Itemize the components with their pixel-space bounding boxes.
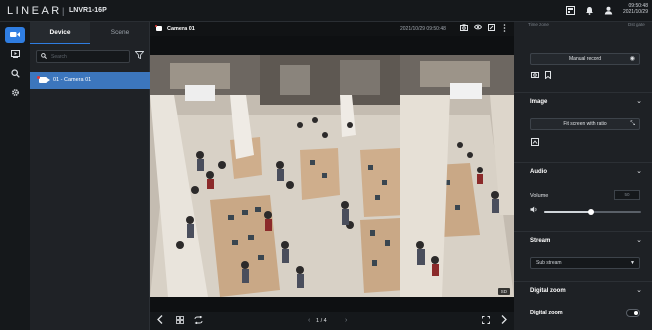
tab-scene[interactable]: Scene bbox=[90, 22, 150, 44]
camera-icon bbox=[10, 30, 20, 40]
section-stream[interactable]: Stream ⌄ bbox=[514, 231, 652, 249]
sequence-icon[interactable] bbox=[192, 315, 204, 327]
grid-layout-icon[interactable] bbox=[174, 315, 186, 327]
user-icon[interactable] bbox=[603, 6, 613, 16]
section-audio-title: Audio bbox=[530, 169, 547, 175]
layout-icon[interactable] bbox=[565, 6, 575, 16]
section-digital-zoom[interactable]: Digital zoom ⌄ bbox=[514, 281, 652, 299]
device-search-input[interactable] bbox=[51, 52, 127, 62]
viewer-camera-name: Camera 01 bbox=[167, 26, 195, 32]
clipped-label-right: Dst gate bbox=[628, 22, 645, 27]
nav-live-view[interactable] bbox=[5, 27, 25, 43]
viewer-timestamp: 2021/10/29 09:50:48 bbox=[400, 26, 446, 32]
clipped-field-row: Time zone Dst gate bbox=[528, 22, 648, 28]
eye-icon[interactable] bbox=[473, 24, 482, 34]
snapshot-icon[interactable] bbox=[530, 71, 540, 81]
device-model: LNVR1-16P bbox=[69, 7, 107, 14]
chevron-down-icon: ⌄ bbox=[636, 287, 642, 294]
viewer-footer: ‹ 1 / 4 › bbox=[150, 312, 514, 330]
section-audio[interactable]: Audio ⌄ bbox=[514, 162, 652, 180]
record-dot-icon: ◉ bbox=[629, 56, 635, 62]
manual-record-button[interactable]: Manual record ◉ bbox=[530, 53, 640, 65]
volume-slider-knob[interactable] bbox=[587, 209, 594, 215]
nav-search[interactable] bbox=[5, 66, 25, 82]
snapshot-icon[interactable] bbox=[459, 24, 468, 34]
image-adjust-icon[interactable] bbox=[530, 138, 540, 148]
manual-record-label: Manual record bbox=[569, 56, 601, 62]
recording-dot-icon bbox=[37, 76, 40, 79]
recording-dot-icon bbox=[155, 25, 157, 27]
digital-zoom-toggle[interactable] bbox=[626, 309, 640, 317]
speaker-icon[interactable] bbox=[530, 206, 539, 215]
stream-select-value: Sub stream bbox=[536, 260, 562, 266]
volume-label: Volume bbox=[530, 193, 549, 199]
clipped-label-left: Time zone bbox=[528, 22, 549, 27]
more-icon[interactable] bbox=[500, 24, 509, 34]
bell-icon[interactable] bbox=[584, 6, 594, 16]
next-icon[interactable] bbox=[498, 315, 510, 327]
gear-icon bbox=[11, 88, 20, 99]
section-image[interactable]: Image ⌄ bbox=[514, 92, 652, 110]
device-search-box bbox=[36, 50, 130, 63]
video-viewer: Camera 01 2021/10/29 09:50:48 SD ‹ 1 / 4… bbox=[150, 22, 514, 330]
search-icon bbox=[10, 68, 20, 80]
chevron-down-icon: ⌄ bbox=[636, 168, 642, 175]
camera-icon bbox=[39, 77, 50, 83]
fit-screen-button[interactable]: Fit screen with ratio ⤡ bbox=[530, 118, 640, 130]
clock: 09:50:48 2021/10/29 bbox=[623, 3, 648, 15]
volume-slider[interactable] bbox=[544, 209, 641, 215]
nav-rail bbox=[0, 22, 30, 330]
top-bar: LINEAR | LNVR1-16P 09:50:48 2021/10/29 bbox=[0, 0, 652, 22]
brand-separator: | bbox=[62, 6, 65, 16]
tab-device[interactable]: Device bbox=[30, 22, 90, 44]
section-stream-title: Stream bbox=[530, 238, 551, 244]
camera-scene-image bbox=[150, 55, 514, 297]
chevron-down-icon: ⌄ bbox=[636, 98, 642, 105]
camera-list-item-label: 01 - Camera 01 bbox=[53, 77, 92, 83]
playback-icon bbox=[10, 50, 20, 60]
resolution-badge: SD bbox=[497, 288, 510, 295]
device-panel-tabs: Device Scene bbox=[30, 22, 150, 44]
clock-date: 2021/10/29 bbox=[622, 9, 648, 15]
volume-value-field[interactable]: 50 bbox=[614, 190, 640, 200]
bookmark-icon[interactable] bbox=[543, 71, 553, 81]
camera-icon bbox=[156, 26, 162, 31]
page-indicator: 1 / 4 bbox=[316, 318, 327, 324]
fullscreen-icon[interactable] bbox=[487, 24, 496, 34]
viewer-header: Camera 01 2021/10/29 09:50:48 bbox=[150, 22, 514, 36]
section-image-title: Image bbox=[530, 99, 548, 105]
search-icon bbox=[41, 53, 47, 61]
prev-icon[interactable] bbox=[154, 315, 166, 327]
camera-list-item[interactable]: 01 - Camera 01 bbox=[30, 72, 150, 89]
volume-slider-fill bbox=[544, 211, 591, 213]
brand-logo: LINEAR bbox=[7, 5, 62, 17]
fit-screen-label: Fit screen with ratio bbox=[563, 121, 607, 127]
section-digital-zoom-title: Digital zoom bbox=[530, 288, 566, 294]
fullscreen-icon[interactable] bbox=[480, 315, 492, 327]
page-next-icon[interactable]: › bbox=[345, 312, 347, 330]
camera-settings-panel: Time zone Dst gate Manual record ◉ Image… bbox=[514, 22, 652, 330]
nav-playback[interactable] bbox=[5, 47, 25, 63]
chevron-down-icon: ⌄ bbox=[636, 237, 642, 244]
dropdown-arrow-icon: ▼ bbox=[630, 260, 635, 266]
digital-zoom-label: Digital zoom bbox=[530, 310, 563, 316]
stream-select[interactable]: Sub stream ▼ bbox=[530, 257, 640, 269]
nvr-live-view-app: LINEAR | LNVR1-16P 09:50:48 2021/10/29 D… bbox=[0, 0, 652, 330]
resize-icon: ⤡ bbox=[630, 121, 635, 127]
filter-icon[interactable] bbox=[134, 51, 145, 62]
nav-settings[interactable] bbox=[5, 85, 25, 101]
device-panel: Device Scene 01 - Camera 01 bbox=[30, 22, 150, 330]
page-prev-icon[interactable]: ‹ bbox=[308, 312, 310, 330]
camera-video-feed[interactable]: SD bbox=[150, 55, 514, 297]
